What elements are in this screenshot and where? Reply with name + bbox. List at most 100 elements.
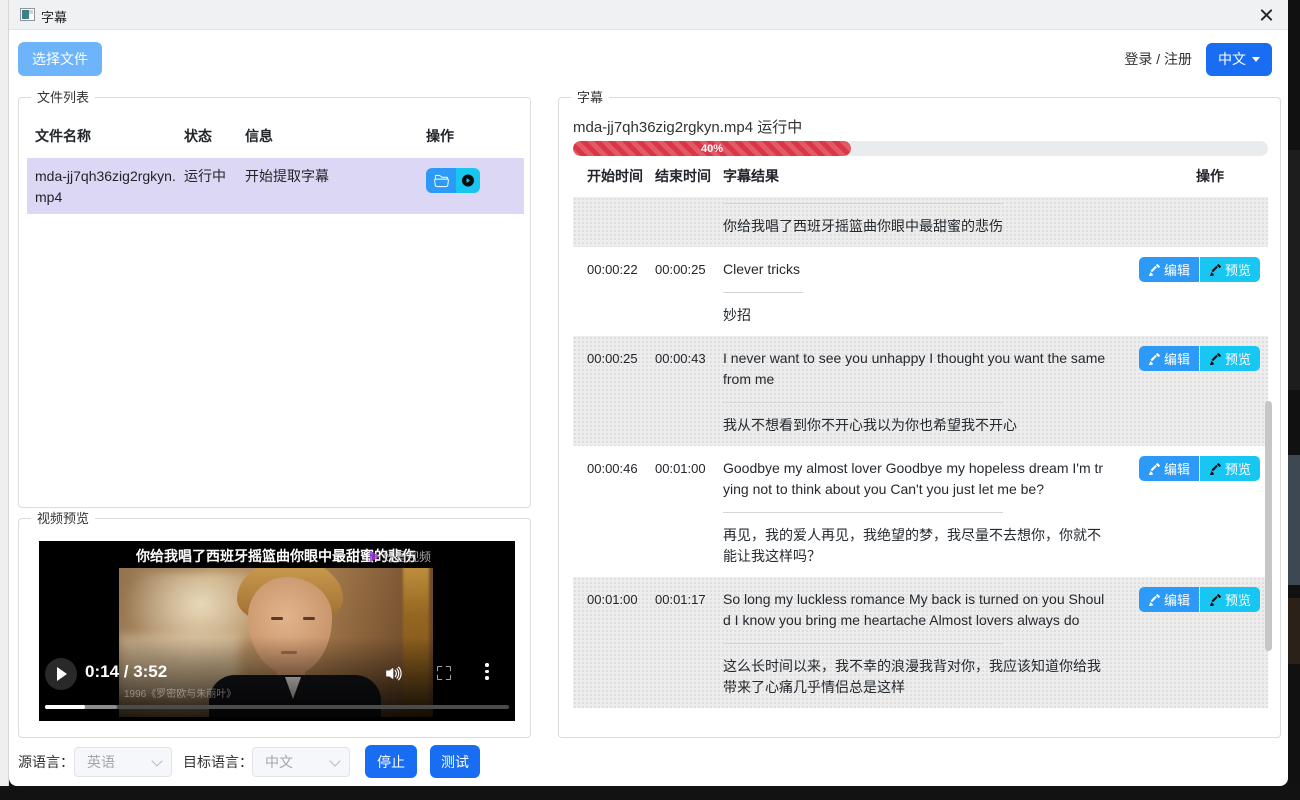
col-start-time: 开始时间 <box>587 166 649 186</box>
app-icon <box>20 8 35 21</box>
edit-button[interactable]: 编辑 <box>1139 257 1199 282</box>
video-panel-legend: 视频预览 <box>31 510 95 527</box>
subtitle-divider <box>723 402 1003 403</box>
subtitle-row: 00:00:2500:00:43I never want to see you … <box>573 336 1268 446</box>
subtitle-panel-legend: 字幕 <box>571 89 609 106</box>
subtitle-actions: 编辑预览 <box>1139 346 1260 371</box>
fullscreen-icon[interactable] <box>437 666 451 685</box>
subtitle-english-text: Clever tricks <box>723 259 1109 280</box>
col-info: 信息 <box>245 126 426 146</box>
edit-button[interactable]: 编辑 <box>1139 456 1199 481</box>
extract-progressbar: 40% <box>573 141 1268 156</box>
preview-label: 预览 <box>1225 590 1251 609</box>
chevron-down-icon <box>1252 57 1260 62</box>
pencil-icon <box>1209 264 1221 276</box>
source-language-select[interactable]: 英语 <box>74 747 172 777</box>
stop-button[interactable]: 停止 <box>365 745 417 778</box>
progress-percent-label: 40% <box>573 141 851 156</box>
video-player[interactable]: 你给我唱了西班牙摇篮曲你眼中最甜蜜的悲伤 好看视频 0:14 / 3:52 19… <box>39 541 515 721</box>
file-table-header: 文件名称 状态 信息 操作 <box>19 126 522 146</box>
subtitle-divider <box>723 643 1003 644</box>
start-time-cell: 00:00:25 <box>587 348 649 436</box>
preview-button[interactable]: 预览 <box>1200 587 1260 612</box>
subtitle-panel: 字幕 mda-jj7qh36zig2rgkyn.mp4 运行中 40% 开始时间… <box>558 97 1281 738</box>
open-folder-button[interactable] <box>426 168 456 193</box>
pencil-icon <box>1209 594 1221 606</box>
video-seekbar[interactable] <box>45 705 509 709</box>
subtitle-chinese-text: 妙招 <box>723 305 1109 326</box>
target-language-value: 中文 <box>265 752 293 772</box>
col-subtitle-result: 字幕结果 <box>723 166 1190 186</box>
start-time-cell <box>587 201 649 237</box>
pencil-icon <box>1209 463 1221 475</box>
target-language-label: 目标语言： <box>183 752 253 772</box>
footer-bar: 源语言： 英语 目标语言： 中文 停止 测试 <box>9 744 1288 780</box>
edit-button[interactable]: 编辑 <box>1139 587 1199 612</box>
file-actions <box>426 166 524 214</box>
select-file-button[interactable]: 选择文件 <box>18 42 102 76</box>
titlebar: 字幕 <box>9 0 1288 30</box>
subtitle-table-header: 开始时间 结束时间 字幕结果 操作 <box>587 166 1256 186</box>
file-list-panel: 文件列表 文件名称 状态 信息 操作 mda-jj7qh36zig2rgkyn.… <box>18 97 531 508</box>
subtitle-text-cell: I never want to see you unhappy I though… <box>723 348 1109 436</box>
end-time-cell <box>655 201 717 237</box>
col-actions: 操作 <box>426 126 522 146</box>
desktop-background <box>1288 0 1300 800</box>
pencil-icon <box>1148 264 1160 276</box>
more-options-icon[interactable] <box>485 663 489 680</box>
background-window-edge <box>0 0 9 786</box>
file-name-cell: mda-jj7qh36zig2rgkyn.mp4 <box>35 166 177 214</box>
subtitle-chinese-text: 你给我唱了西班牙摇篮曲你眼中最甜蜜的悲伤 <box>723 216 1109 237</box>
preview-button[interactable]: 预览 <box>1200 346 1260 371</box>
subtitle-file-status: mda-jj7qh36zig2rgkyn.mp4 运行中 <box>573 116 802 137</box>
subtitle-text-cell: So long my luckless romance My back is t… <box>723 589 1109 698</box>
account-area: 登录 / 注册 中文 <box>1124 42 1272 76</box>
subtitle-row: 00:00:2200:00:25Clever tricks妙招编辑预览 <box>573 247 1268 336</box>
start-time-cell: 00:00:46 <box>587 458 649 567</box>
chevron-down-icon <box>329 755 340 766</box>
test-button[interactable]: 测试 <box>430 745 480 778</box>
desktop-background <box>0 786 1300 800</box>
pencil-icon <box>1148 463 1160 475</box>
subtitle-text-cell: Goodbye my almost lover Goodbye my hopel… <box>723 458 1109 567</box>
subtitle-divider <box>723 512 1003 513</box>
play-circle-icon <box>462 173 474 188</box>
file-panel-legend: 文件列表 <box>31 89 95 106</box>
login-register-link[interactable]: 登录 / 注册 <box>1124 49 1192 69</box>
target-language-select[interactable]: 中文 <box>252 747 350 777</box>
subtitle-text-cell: Clever tricks 妙招 <box>723 259 1109 326</box>
col-file-name: 文件名称 <box>35 126 184 146</box>
preview-button[interactable]: 预览 <box>1200 456 1260 481</box>
subtitle-chinese-text: 再见，我的爱人再见，我绝望的梦，我尽量不去想你，你就不能让我这样吗？ <box>723 525 1109 567</box>
preview-label: 预览 <box>1225 260 1251 279</box>
pencil-icon <box>1209 353 1221 365</box>
file-row[interactable]: mda-jj7qh36zig2rgkyn.mp4运行中开始提取字幕 <box>27 158 524 214</box>
file-status-cell: 运行中 <box>184 166 245 214</box>
play-file-button[interactable] <box>456 168 480 193</box>
progressbar-fill: 40% <box>573 141 851 156</box>
preview-button[interactable]: 预览 <box>1200 257 1260 282</box>
source-language-value: 英语 <box>87 752 115 772</box>
edit-label: 编辑 <box>1164 349 1190 368</box>
play-button[interactable] <box>45 658 77 690</box>
watermark-logo-icon <box>368 551 380 563</box>
close-button[interactable] <box>1258 6 1276 24</box>
subtitle-rows[interactable]: 你给我唱了西班牙摇篮曲你眼中最甜蜜的悲伤00:00:2200:00:25Clev… <box>573 197 1268 730</box>
volume-icon[interactable] <box>385 664 404 688</box>
scrollbar-thumb[interactable] <box>1265 401 1272 651</box>
played-bar <box>45 705 85 709</box>
subtitle-actions: 编辑 预览 <box>1139 587 1260 612</box>
language-label: 中文 <box>1218 49 1246 69</box>
col-status: 状态 <box>184 126 245 146</box>
col-end-time: 结束时间 <box>655 166 717 186</box>
language-dropdown-button[interactable]: 中文 <box>1206 43 1272 76</box>
subtitle-row: 00:00:4600:01:00Goodbye my almost lover … <box>573 446 1268 577</box>
edit-label: 编辑 <box>1164 260 1190 279</box>
file-info-cell: 开始提取字幕 <box>245 166 426 214</box>
window-title: 字幕 <box>41 7 67 26</box>
preview-label: 预览 <box>1225 459 1251 478</box>
subtitle-divider <box>723 203 1003 204</box>
edit-button[interactable]: 编辑 <box>1139 346 1199 371</box>
subtitle-actions: 编辑 预览 <box>1139 257 1260 282</box>
subtitle-row: 你给我唱了西班牙摇篮曲你眼中最甜蜜的悲伤 <box>573 197 1268 247</box>
